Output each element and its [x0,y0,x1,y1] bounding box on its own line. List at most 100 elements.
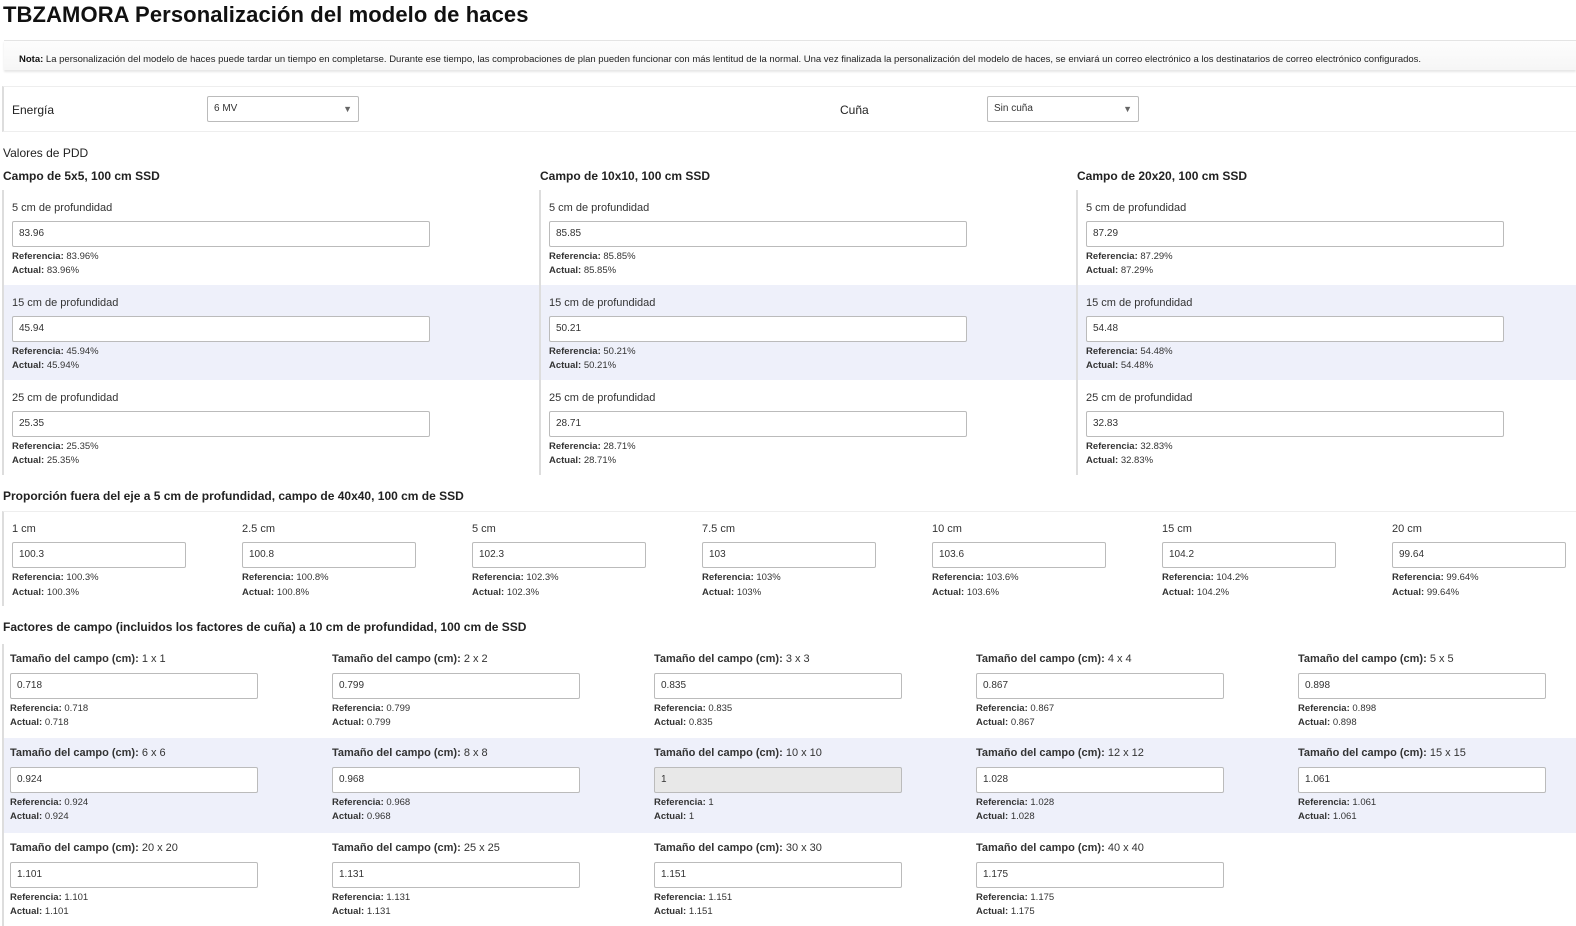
reference-text: Referencia: 45.94% [12,346,99,357]
actual-text: Actual: 87.29% [1086,265,1153,276]
pdd-input[interactable]: 87.29 [1086,221,1504,247]
distance-label: 20 cm [1392,523,1422,535]
actual-text: Actual: 1.101 [10,906,69,917]
field-size-label: Tamaño del campo (cm): 30 x 30 [654,842,822,854]
off-axis-input[interactable]: 103.6 [932,542,1106,568]
actual-text-label: Actual: [932,587,965,598]
pdd-input[interactable]: 45.94 [12,316,430,342]
wedge-select-value: Sin cuña [994,103,1033,114]
depth-label: 15 cm de profundidad [12,297,119,309]
actual-text: Actual: 100.8% [242,587,309,598]
field-factor-input[interactable]: 0.799 [332,673,580,699]
reference-text: Referencia: 104.2% [1162,572,1249,583]
off-axis-cell: 7.5 cm 103 Referencia: 103% Actual: 103% [694,512,924,607]
reference-text-label: Referencia: [654,797,706,808]
field-size-label-prefix: Tamaño del campo (cm): [332,747,461,759]
reference-text-label: Referencia: [1162,572,1214,583]
field-factor-input[interactable]: 1.028 [976,767,1224,793]
reference-text-value: 1.028 [1030,797,1055,808]
off-axis-cell: 2.5 cm 100.8 Referencia: 100.8% Actual: 100… [234,512,464,607]
pdd-input[interactable]: 54.48 [1086,316,1504,342]
field-factor-input[interactable]: 1.101 [10,862,258,888]
pdd-input[interactable]: 28.71 [549,411,967,437]
reference-text-value: 0.968 [386,797,411,808]
actual-text: Actual: 1.151 [654,906,713,917]
reference-text: Referencia: 0.835 [654,703,732,714]
field-factor-cell: Tamaño del campo (cm): 3 x 3 0.835 Referen… [646,644,968,738]
reference-text-label: Referencia: [332,797,384,808]
reference-text-label: Referencia: [12,572,64,583]
actual-text-value: 28.71% [583,455,617,466]
reference-text: Referencia: 25.35% [12,441,99,452]
reference-text: Referencia: 1.028 [976,797,1054,808]
field-size-label-prefix: Tamaño del campo (cm): [10,842,139,854]
field-factor-input[interactable]: 0.867 [976,673,1224,699]
field-factor-input: 1 [654,767,902,793]
actual-text: Actual: 1.175 [976,906,1035,917]
actual-text-label: Actual: [1298,717,1331,728]
off-axis-input[interactable]: 103 [702,542,876,568]
depth-label: 25 cm de profundidad [12,392,119,404]
reference-text-label: Referencia: [654,892,706,903]
actual-text: Actual: 104.2% [1162,587,1229,598]
actual-text-label: Actual: [10,906,43,917]
actual-text-value: 102.3% [506,587,540,598]
reference-text-value: 103% [756,572,781,583]
actual-text-value: 1.101 [44,906,69,917]
actual-text: Actual: 85.85% [549,265,616,276]
field-factor-input[interactable]: 0.718 [10,673,258,699]
reference-text: Referencia: 1 [654,797,714,808]
field-factor-input[interactable]: 1.131 [332,862,580,888]
field-factor-input[interactable]: 0.924 [10,767,258,793]
actual-text-value: 0.968 [366,811,391,822]
field-size-label: Tamaño del campo (cm): 20 x 20 [10,842,178,854]
pdd-input[interactable]: 85.85 [549,221,967,247]
actual-text-label: Actual: [549,265,582,276]
field-factor-input[interactable]: 0.968 [332,767,580,793]
field-size-value: 2 x 2 [463,653,488,665]
pdd-input[interactable]: 83.96 [12,221,430,247]
field-factor-input[interactable]: 0.898 [1298,673,1546,699]
off-axis-input[interactable]: 104.2 [1162,542,1336,568]
actual-text-label: Actual: [976,906,1009,917]
reference-text: Referencia: 1.151 [654,892,732,903]
pdd-input[interactable]: 32.83 [1086,411,1504,437]
pdd-input[interactable]: 25.35 [12,411,430,437]
field-factor-input[interactable]: 0.835 [654,673,902,699]
field-size-label: Tamaño del campo (cm): 6 x 6 [10,747,166,759]
wedge-select[interactable]: Sin cuña ▼ [987,96,1139,122]
actual-text-label: Actual: [654,811,687,822]
off-axis-section-title: Proporción fuera del eje a 5 cm de profu… [3,489,464,503]
actual-text: Actual: 0.835 [654,717,713,728]
reference-text-value: 0.924 [64,797,89,808]
actual-text: Actual: 103% [702,587,761,598]
actual-text-label: Actual: [654,717,687,728]
off-axis-input[interactable]: 99.64 [1392,542,1566,568]
reference-text: Referencia: 0.898 [1298,703,1376,714]
actual-text: Actual: 0.898 [1298,717,1357,728]
reference-text-value: 103.6% [986,572,1019,583]
field-factor-input[interactable]: 1.061 [1298,767,1546,793]
energy-select[interactable]: 6 MV ▼ [207,96,359,122]
field-size-label-prefix: Tamaño del campo (cm): [654,653,783,665]
off-axis-input[interactable]: 100.3 [12,542,186,568]
reference-text-value: 0.898 [1352,703,1377,714]
off-axis-cell: 15 cm 104.2 Referencia: 104.2% Actual: 104.… [1154,512,1384,607]
field-factor-input[interactable]: 1.175 [976,862,1224,888]
actual-text-label: Actual: [10,717,43,728]
depth-label: 25 cm de profundidad [549,392,656,404]
actual-text: Actual: 1.028 [976,811,1035,822]
chevron-down-icon: ▼ [1123,104,1132,114]
pdd-input[interactable]: 50.21 [549,316,967,342]
off-axis-input[interactable]: 100.8 [242,542,416,568]
page-title: TBZAMORA Personalización del modelo de h… [3,2,529,27]
reference-text-label: Referencia: [1298,797,1350,808]
field-size-value: 1 x 1 [141,653,166,665]
field-factor-cell: Tamaño del campo (cm): 5 x 5 0.898 Referen… [1290,644,1576,738]
pdd-section-title: Valores de PDD [3,146,89,160]
reference-text-value: 0.718 [64,703,89,714]
reference-text-label: Referencia: [549,251,601,262]
field-factor-input[interactable]: 1.151 [654,862,902,888]
off-axis-input[interactable]: 102.3 [472,542,646,568]
reference-text-value: 1.131 [386,892,411,903]
